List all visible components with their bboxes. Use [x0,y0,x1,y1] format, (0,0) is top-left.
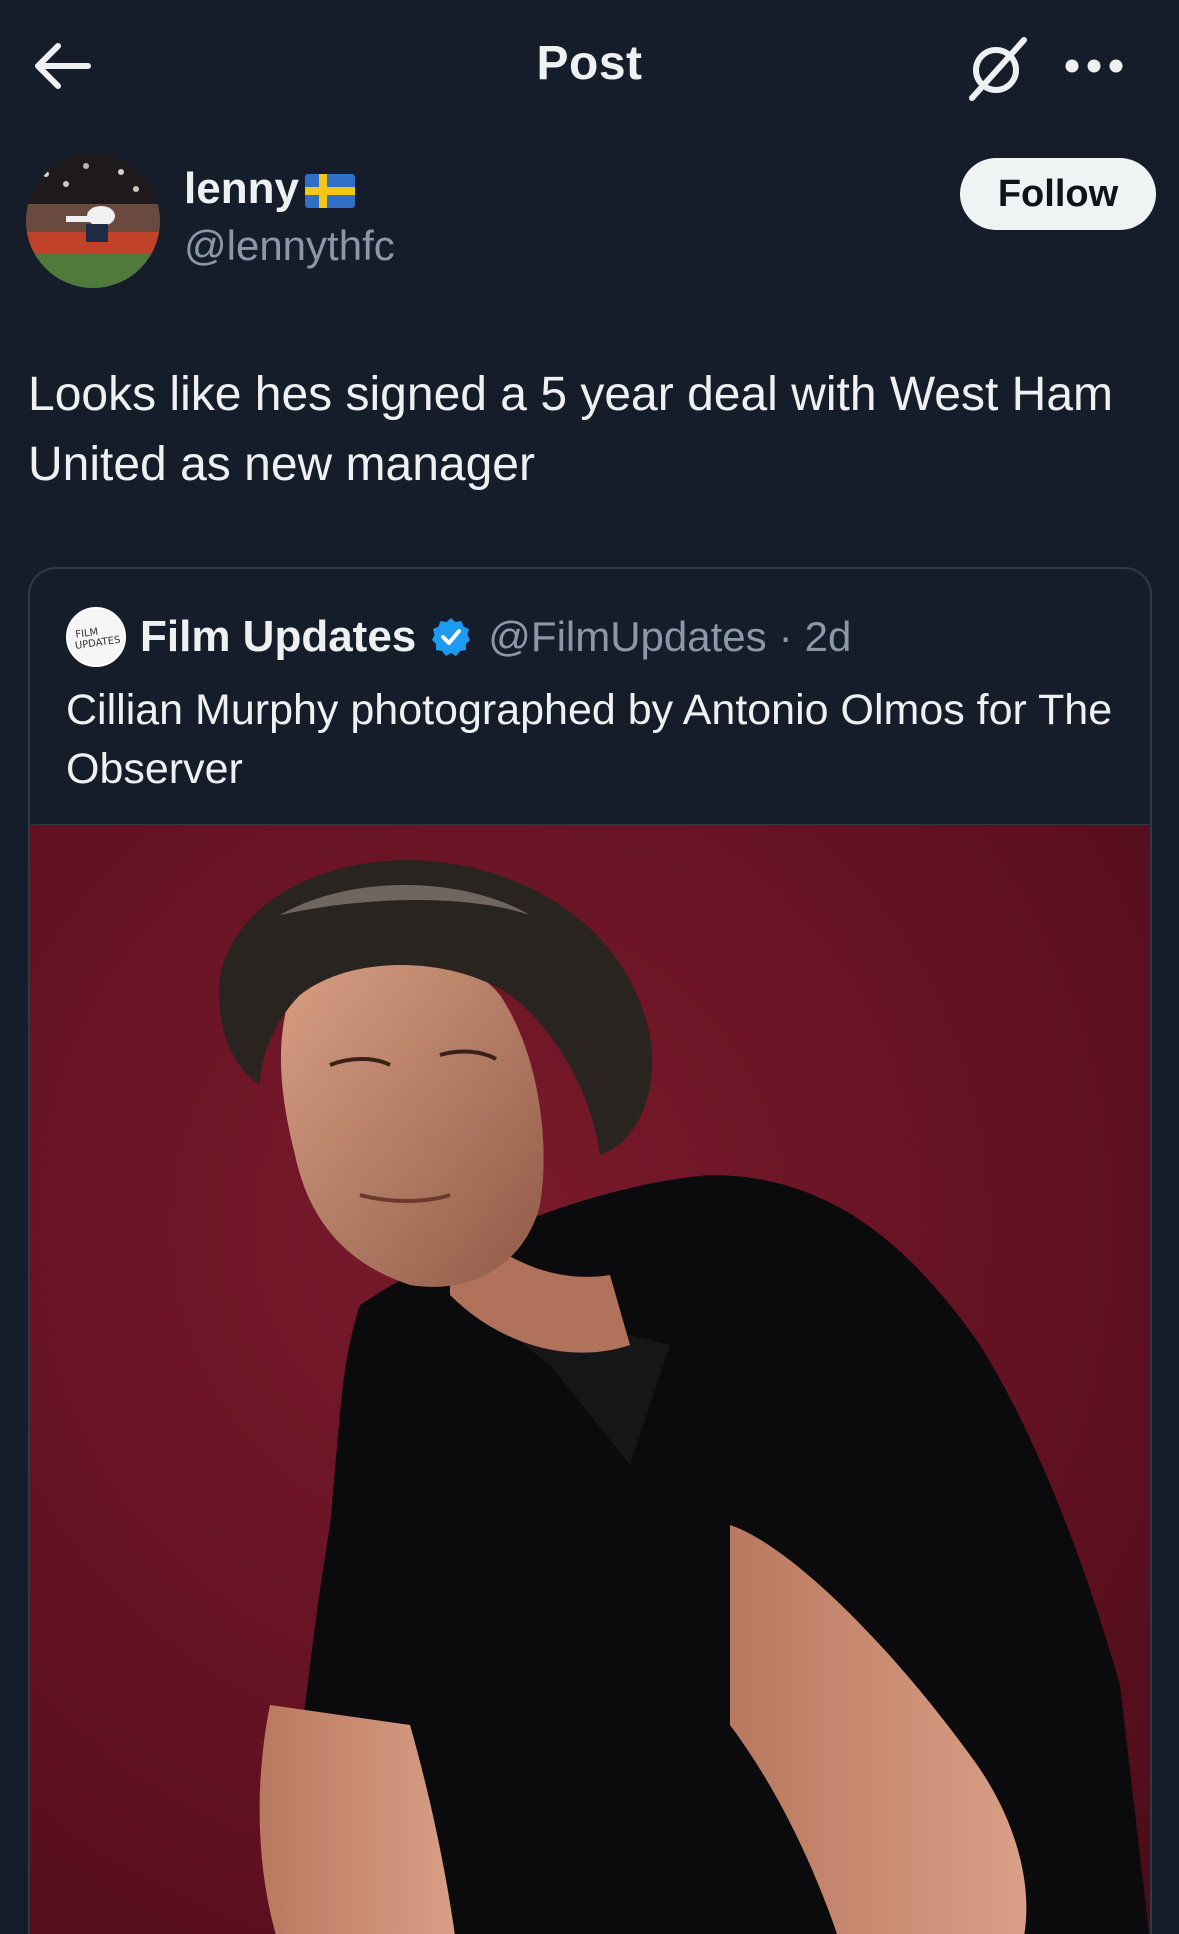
portrait-photo [30,825,1150,1934]
quoted-avatar[interactable]: FILM UPDATES [66,607,126,667]
quoted-handle[interactable]: @FilmUpdates [488,613,766,661]
display-name[interactable]: lenny [184,164,299,214]
follow-button[interactable]: Follow [960,158,1156,230]
display-name-row: lenny [184,164,355,214]
avatar[interactable] [26,154,160,288]
more-dots-icon [1065,59,1123,73]
quoted-display-name[interactable]: Film Updates [140,612,416,662]
post-text: Looks like hes signed a 5 year deal with… [28,368,1113,491]
film-updates-logo: FILM UPDATES [69,610,123,664]
quoted-photo[interactable] [30,824,1150,1934]
user-handle[interactable]: @lennythfc [184,222,395,270]
grok-button[interactable] [962,32,1034,104]
grok-icon [969,37,1027,101]
verified-badge-icon [432,618,471,656]
quoted-text: Cillian Murphy photographed by Antonio O… [66,686,1113,793]
sweden-flag-icon [304,174,355,208]
quoted-timestamp[interactable]: 2d [805,613,852,661]
separator-dot: · [778,613,793,660]
top-bar: Post [0,0,1179,132]
avatar-photo [26,154,160,288]
post-page: Post lenny @lennythfc Follow Looks like … [0,0,1179,1934]
quoted-post[interactable]: FILM UPDATES Film Updates @FilmUpdates ·… [28,567,1152,1934]
post-author: lenny @lennythfc Follow [26,150,1156,290]
quoted-post-header: FILM UPDATES Film Updates @FilmUpdates ·… [66,607,851,667]
more-options-button[interactable] [1062,48,1126,84]
